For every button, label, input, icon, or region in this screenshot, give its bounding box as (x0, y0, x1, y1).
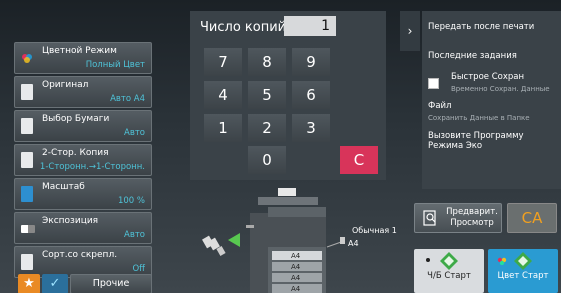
paper-select-title: Выбор Бумаги (42, 114, 110, 124)
check-icon: ✓ (49, 276, 61, 291)
key-7[interactable]: 7 (204, 48, 242, 76)
color-mode-button[interactable]: Цветной Режим Полный Цвет (14, 42, 152, 74)
numeric-keypad: Число копий 1 7 8 9 4 5 6 1 2 3 0 C (190, 11, 386, 180)
chevron-right-icon: › (407, 24, 413, 38)
exposure-title: Экспозиция (42, 216, 99, 226)
staple-sort-value: Off (132, 264, 145, 274)
paper-icon (21, 118, 33, 134)
quick-save-label[interactable]: Быстрое Сохран (451, 72, 524, 82)
original-icon (21, 84, 33, 100)
exposure-button[interactable]: Экспозиция Авто (14, 212, 152, 244)
color-mode-value: Полный Цвет (85, 60, 145, 70)
color-mode-icon (21, 50, 33, 66)
copies-label: Число копий (200, 20, 287, 35)
file-link[interactable]: Файл (428, 101, 451, 111)
machine-illustration: A4 A4 A4 A4 Обычная 1 A4 (196, 185, 406, 293)
quick-save-sublabel: Временно Сохран. Данные (451, 85, 550, 93)
preview-button[interactable]: Предварит. Просмотр (414, 203, 502, 233)
key-8[interactable]: 8 (248, 48, 286, 76)
key-6[interactable]: 6 (292, 81, 330, 109)
preview-icon (423, 210, 436, 226)
quick-save-checkbox[interactable] (428, 78, 439, 89)
exposure-icon (21, 225, 35, 233)
staple-icon (21, 254, 33, 270)
more-button[interactable]: Прочие (70, 274, 152, 293)
tray-label-2: A4 (291, 263, 301, 271)
exposure-value: Авто (124, 230, 145, 240)
key-4[interactable]: 4 (204, 81, 242, 109)
color-start-label: Цвет Старт (497, 271, 549, 281)
paper-select-button[interactable]: Выбор Бумаги Авто (14, 110, 152, 142)
duplex-title: 2-Стор. Копия (42, 148, 109, 158)
copies-input[interactable]: 1 (284, 16, 336, 36)
paper-type-label: Обычная 1 (352, 226, 397, 235)
recent-jobs-link[interactable]: Последние задания (428, 51, 517, 61)
file-sublabel: Сохранить Данные в Папке (428, 114, 530, 122)
check-button[interactable]: ✓ (42, 274, 68, 293)
clear-all-button[interactable]: CA (507, 203, 557, 233)
favorite-button[interactable]: ★ (18, 274, 40, 293)
staple-sort-title: Сорт.со скрепл. (42, 250, 118, 260)
paper-size-label: A4 (348, 239, 359, 248)
color-start-button[interactable]: Цвет Старт (488, 249, 558, 293)
original-title: Оригинал (42, 80, 89, 90)
original-button[interactable]: Оригинал Авто A4 (14, 76, 152, 108)
tray-label-1: A4 (291, 252, 301, 260)
side-panel: Передать после печати Последние задания … (422, 11, 561, 189)
clear-button[interactable]: C (340, 146, 378, 174)
scale-title: Масштаб (42, 182, 85, 192)
eco-program-link[interactable]: Вызовите Программу Режима Эко (428, 131, 548, 151)
copier-icon (202, 188, 345, 293)
color-start-icon (514, 252, 532, 270)
key-9[interactable]: 9 (292, 48, 330, 76)
key-0[interactable]: 0 (248, 146, 286, 174)
star-icon: ★ (23, 276, 35, 291)
key-2[interactable]: 2 (248, 114, 286, 142)
preview-label: Предварит. Просмотр (446, 207, 498, 228)
paper-select-value: Авто (124, 128, 145, 138)
key-3[interactable]: 3 (292, 114, 330, 142)
bw-start-button[interactable]: Ч/Б Старт (414, 249, 484, 293)
bw-dot-icon (426, 258, 430, 262)
key-5[interactable]: 5 (248, 81, 286, 109)
bw-start-icon (440, 252, 458, 270)
key-1[interactable]: 1 (204, 114, 242, 142)
duplex-value: 1-Сторонн.→1-Сторонн. (39, 162, 145, 172)
scale-value: 100 % (117, 196, 145, 206)
duplex-icon (21, 152, 33, 168)
scale-button[interactable]: Масштаб 100 % (14, 178, 152, 210)
tray-label-3: A4 (291, 274, 301, 282)
send-after-print-link[interactable]: Передать после печати (428, 22, 534, 32)
scale-icon (21, 186, 33, 202)
original-value: Авто A4 (110, 94, 145, 104)
bw-start-label: Ч/Б Старт (427, 271, 471, 281)
tray-label-4: A4 (291, 285, 301, 293)
color-dots-icon (497, 257, 507, 265)
duplex-button[interactable]: 2-Стор. Копия 1-Сторонн.→1-Сторонн. (14, 144, 152, 176)
color-mode-title: Цветной Режим (42, 46, 117, 56)
side-panel-toggle[interactable]: › (400, 11, 420, 51)
